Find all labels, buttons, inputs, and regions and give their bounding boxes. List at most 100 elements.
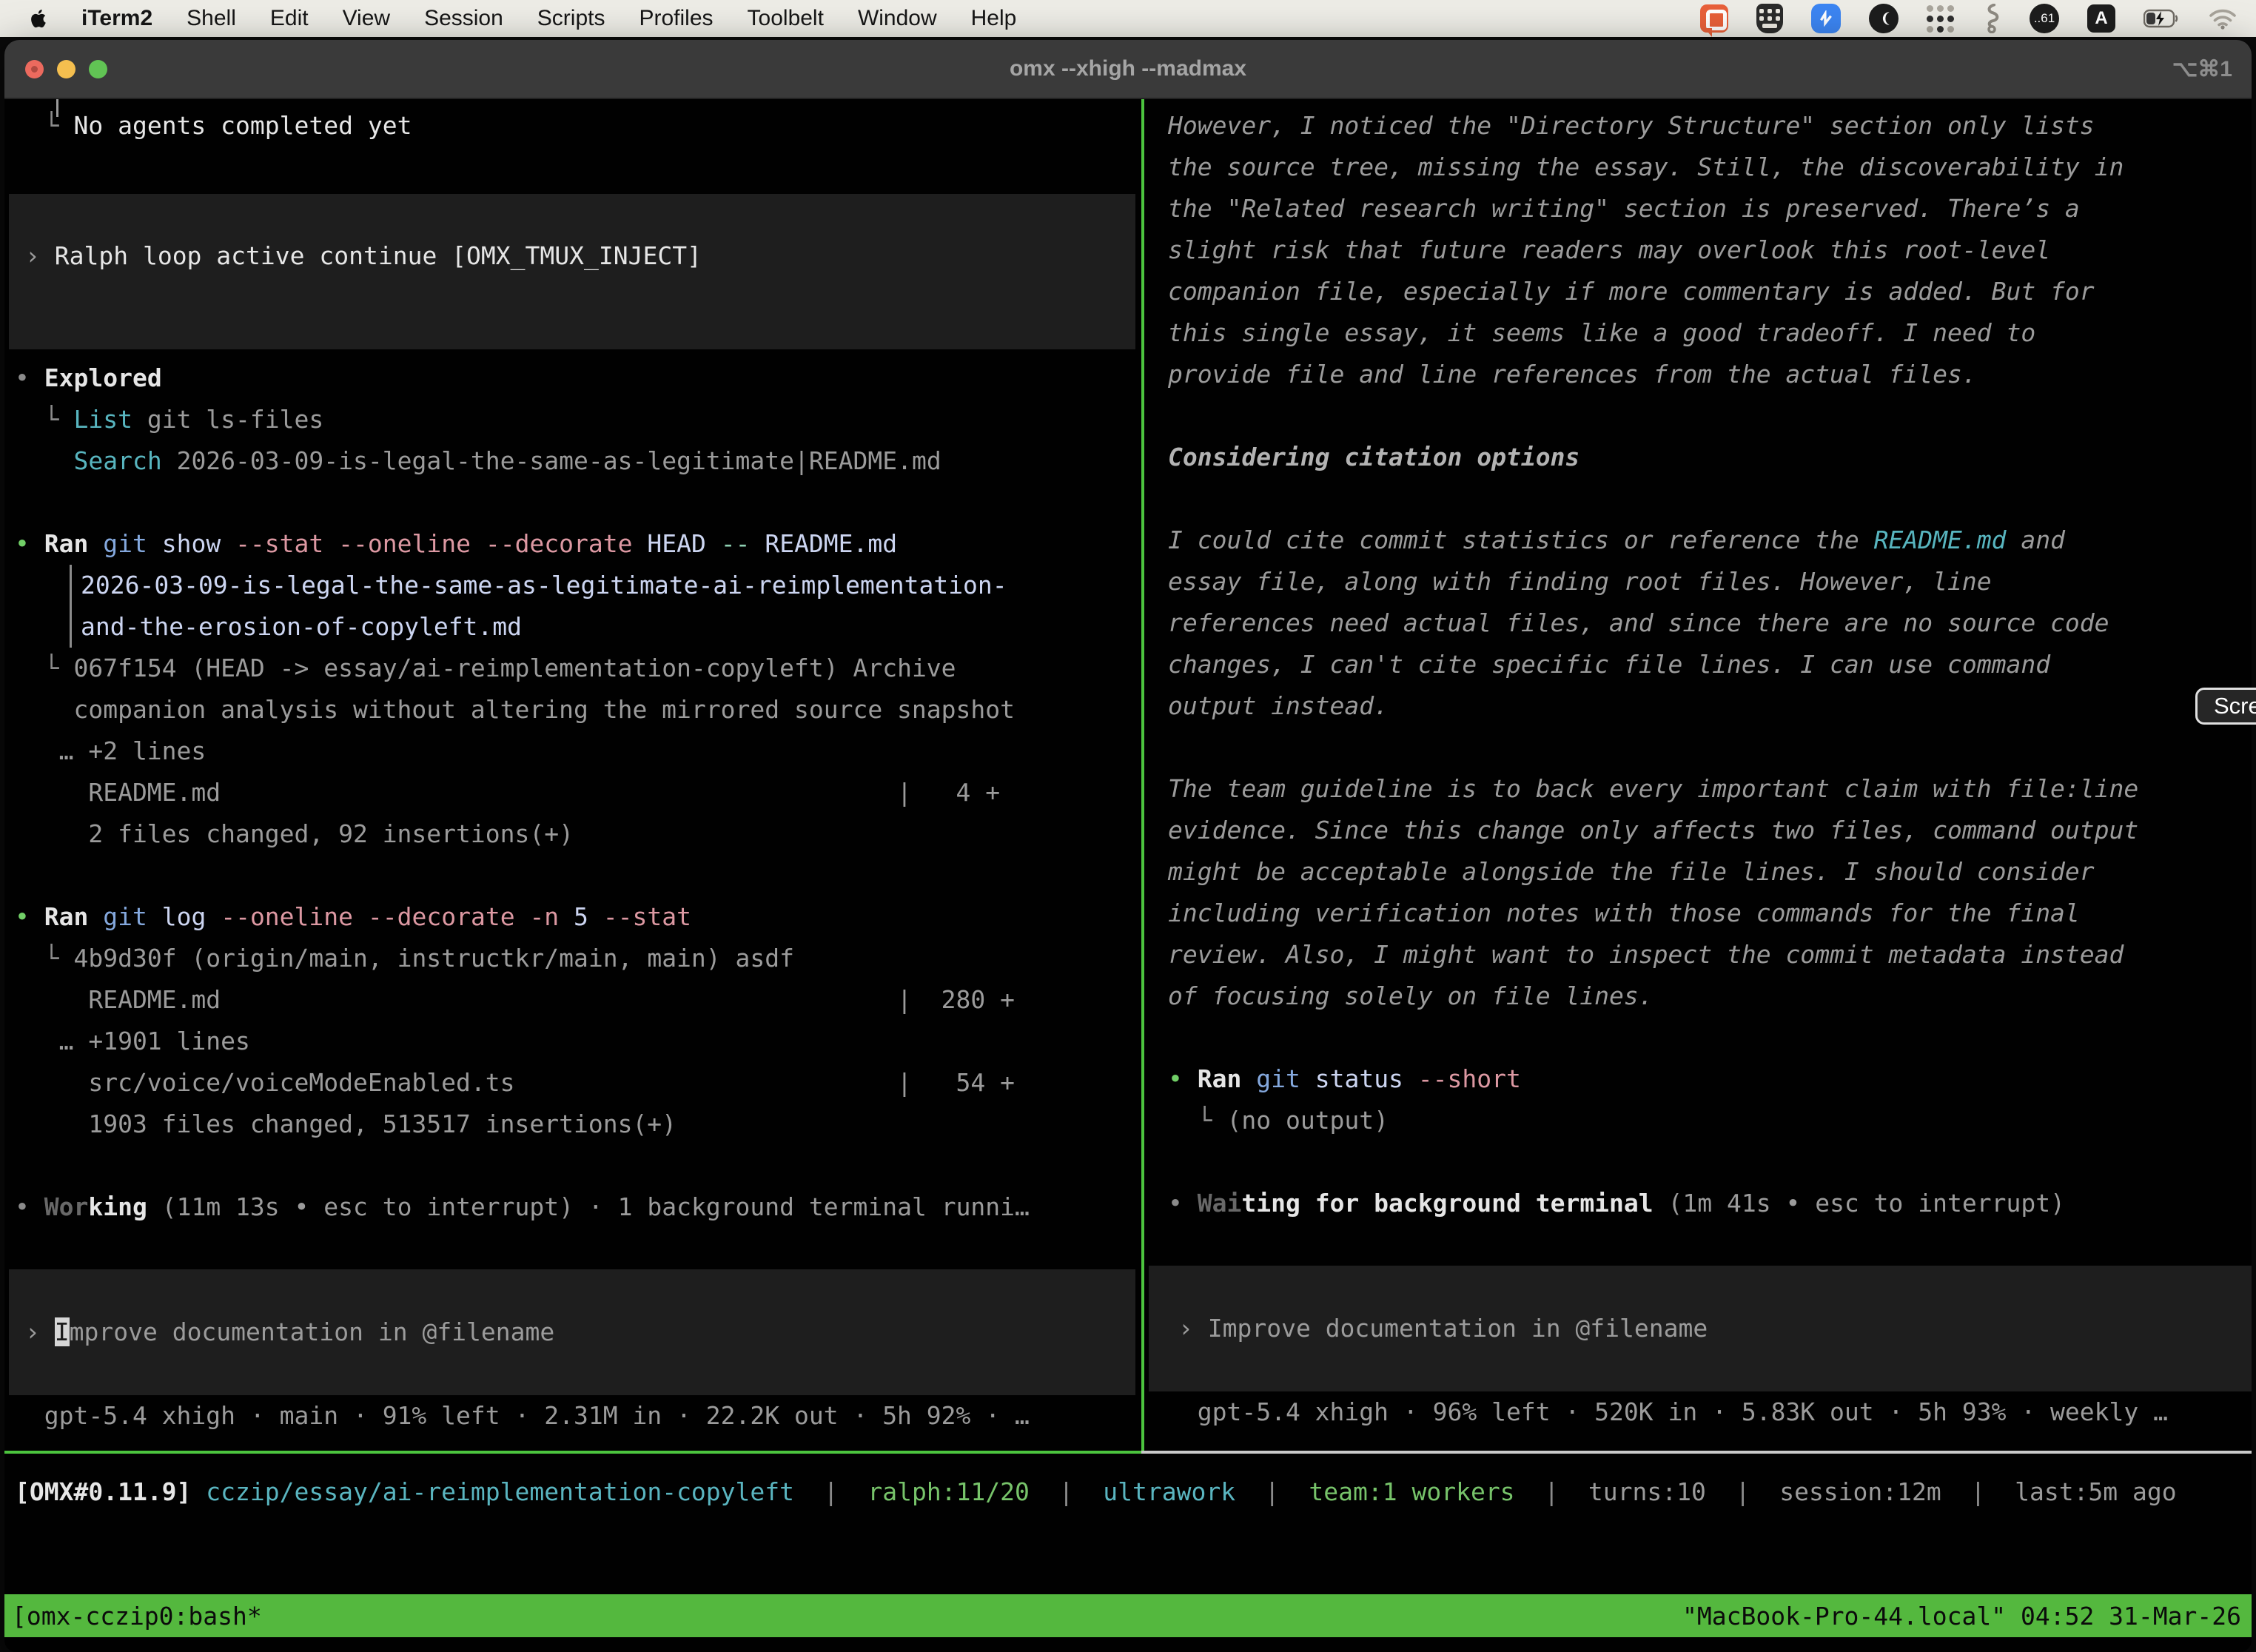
menu-item-scripts[interactable]: Scripts xyxy=(537,6,605,31)
text-segment xyxy=(15,446,73,475)
apple-menu-icon[interactable] xyxy=(28,5,50,32)
text-segment: ralph:11/20 xyxy=(867,1477,1030,1506)
text-segment: git xyxy=(1256,1064,1315,1093)
text-segment: -n xyxy=(529,902,574,931)
terminal-line: The team guideline is to back every impo… xyxy=(1168,768,2252,810)
text-segment: README.md | 4 + xyxy=(15,778,1000,807)
terminal-line: Search 2026-03-09-is-legal-the-same-as-l… xyxy=(15,440,1141,482)
sync-badge-icon[interactable] xyxy=(1811,4,1841,33)
text-segment: companion analysis without altering the … xyxy=(15,695,1015,724)
terminal-line: evidence. Since this change only affects… xyxy=(1168,810,2252,851)
grid-dots-icon[interactable] xyxy=(1927,5,1954,33)
text-segment: 4b9d30f (origin/main, instructkr/main, m… xyxy=(73,944,794,973)
terminal-line xyxy=(1168,478,2252,520)
terminal-line: • Working (11m 13s • esc to interrupt) ·… xyxy=(15,1186,1141,1228)
terminal-line: README.md | 4 + xyxy=(15,772,1141,813)
text-segment: team:1 workers xyxy=(1309,1477,1514,1506)
menu-item-window[interactable]: Window xyxy=(858,6,937,31)
keyboard-shield-icon[interactable] xyxy=(1756,4,1783,33)
menu-item-shell[interactable]: Shell xyxy=(187,6,236,31)
terminal-line: changes, I can't cite specific file line… xyxy=(1168,644,2252,685)
terminal-line: … +1901 lines xyxy=(15,1021,1141,1062)
text-segment: essay file, along with finding root file… xyxy=(1168,567,1992,596)
text-segment: 2026-03-09-is-legal-the-same-as-legitima… xyxy=(162,446,941,475)
text-segment: review. Also, I might want to inspect th… xyxy=(1168,940,2124,969)
text-segment: Search xyxy=(73,446,161,475)
text-segment: --short xyxy=(1418,1064,1521,1093)
menu-item-view[interactable]: View xyxy=(343,6,390,31)
menu-bar: iTerm2 Shell Edit View Session Scripts Profile… xyxy=(0,0,2256,37)
text-segment: ting for background terminal xyxy=(1241,1189,1653,1218)
terminal-line: … +2 lines xyxy=(15,731,1141,772)
battery-percent-badge[interactable]: ..61 xyxy=(2030,4,2059,33)
terminal-line: companion file, especially if more comme… xyxy=(1168,271,2252,312)
menu-item-profiles[interactable]: Profiles xyxy=(639,6,713,31)
text-segment: Ran xyxy=(44,529,103,558)
text-segment: › xyxy=(25,1317,55,1346)
terminal-line: • Waiting for background terminal (1m 41… xyxy=(1168,1183,2252,1224)
text-segment: • xyxy=(1168,1189,1198,1218)
terminal-line: review. Also, I might want to inspect th… xyxy=(1168,934,2252,976)
terminal-line: └ (no output) xyxy=(1168,1100,2252,1141)
text-segment: mprove documentation in @filename xyxy=(70,1317,555,1346)
text-segment: src/voice/voiceModeEnabled.ts | 54 + xyxy=(15,1068,1015,1097)
terminal-line: └ List git ls-files xyxy=(15,399,1141,440)
menu-item-toolbelt[interactable]: Toolbelt xyxy=(748,6,824,31)
prompt-input[interactable]: › Improve documentation in @filename xyxy=(1149,1266,2252,1391)
text-segment: of focusing solely on file lines. xyxy=(1168,981,1654,1010)
wifi-icon[interactable] xyxy=(2209,7,2237,30)
text-segment: -- xyxy=(721,529,765,558)
minimize-button[interactable] xyxy=(57,60,75,78)
crescent-app-icon[interactable] xyxy=(1869,4,1899,33)
text-segment: Considering citation options xyxy=(1168,443,1579,471)
screen-capture-overlay[interactable]: Scre xyxy=(2195,688,2256,725)
text-segment: Explored xyxy=(44,363,162,392)
terminal-line: 2026-03-09-is-legal-the-same-as-legitima… xyxy=(70,565,1141,606)
right-agent-pane[interactable]: However, I noticed the "Directory Struct… xyxy=(1144,99,2252,1451)
text-segment: └ xyxy=(15,654,73,682)
text-segment: • xyxy=(15,902,44,931)
terminal-line: • Ran git show --stat --oneline --decora… xyxy=(15,523,1141,565)
text-segment: king xyxy=(88,1192,147,1221)
tmux-session-label: [omx-cczip0:bash* xyxy=(12,1602,262,1631)
text-segment: this single essay, it seems like a good … xyxy=(1168,318,2035,347)
menu-item-session[interactable]: Session xyxy=(424,6,503,31)
text-segment: --stat xyxy=(235,529,338,558)
chat-app-icon[interactable] xyxy=(1700,4,1728,33)
left-agent-pane[interactable]: └ No agents completed yet› Ralph loop ac… xyxy=(4,99,1141,1451)
pane-border-active xyxy=(4,1451,1141,1454)
text-segment: --oneline xyxy=(221,902,368,931)
text-segment: show xyxy=(162,529,235,558)
menu-item-help[interactable]: Help xyxy=(971,6,1017,31)
text-segment: 1903 files changed, 513517 insertions(+) xyxy=(15,1109,677,1138)
terminal-line: of focusing solely on file lines. xyxy=(1168,976,2252,1017)
text-segment: └ xyxy=(15,405,73,434)
text-segment: • xyxy=(15,529,44,558)
squiggle-app-icon[interactable] xyxy=(1982,4,2001,33)
menu-item-edit[interactable]: Edit xyxy=(270,6,309,31)
text-segment: | xyxy=(794,1477,867,1506)
terminal-line: the "Related research writing" section i… xyxy=(1168,188,2252,229)
text-segment: references need actual files, and since … xyxy=(1168,608,2109,637)
battery-icon[interactable] xyxy=(2143,9,2181,28)
prompt-input[interactable]: › Improve documentation in @filename xyxy=(9,1269,1135,1395)
text-segment: However, I noticed the "Directory Struct… xyxy=(1168,111,2095,140)
text-segment: … +2 lines xyxy=(15,736,206,765)
terminal-line: gpt-5.4 xhigh · 96% left · 520K in · 5.8… xyxy=(1168,1391,2252,1433)
close-button[interactable] xyxy=(25,60,44,78)
zoom-button[interactable] xyxy=(89,60,107,78)
terminal-line: src/voice/voiceModeEnabled.ts | 54 + xyxy=(15,1062,1141,1104)
terminal-line: 1903 files changed, 513517 insertions(+) xyxy=(15,1104,1141,1145)
text-segment: Ran xyxy=(44,902,103,931)
assistant-a-icon[interactable]: A xyxy=(2087,4,2115,33)
menu-status-icons: ..61 A xyxy=(1700,4,2256,33)
terminal-line: and-the-erosion-of-copyleft.md xyxy=(70,606,1141,648)
text-segment: | xyxy=(1030,1477,1103,1506)
terminal-line: 2 files changed, 92 insertions(+) xyxy=(15,813,1141,855)
text-segment: last:5m ago xyxy=(2015,1477,2177,1506)
menu-item-iterm2[interactable]: iTerm2 xyxy=(81,6,152,31)
text-segment: might be acceptable alongside the file l… xyxy=(1168,857,2095,886)
terminal-line: slight risk that future readers may over… xyxy=(1168,229,2252,271)
battery-percent-text: ..61 xyxy=(2030,4,2059,33)
terminal-line: the source tree, missing the essay. Stil… xyxy=(1168,147,2252,188)
